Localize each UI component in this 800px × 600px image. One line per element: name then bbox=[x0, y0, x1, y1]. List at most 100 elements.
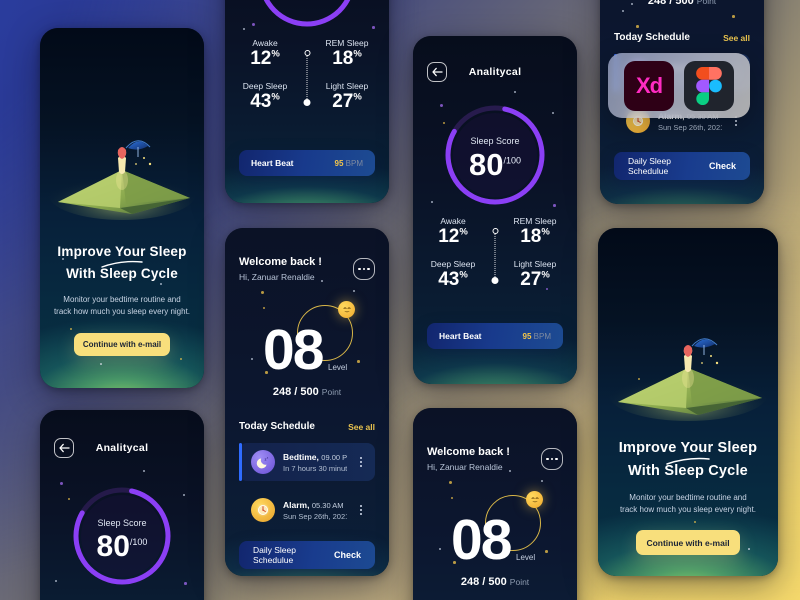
page-title: Analitycal bbox=[95, 442, 149, 454]
sleep-score-ring: Sleep Score 80/100 bbox=[440, 100, 550, 210]
level-caption: Level bbox=[516, 553, 536, 562]
star bbox=[180, 358, 182, 360]
analytical-screen-partial: Analitycal Sleep Score 80/100 Awake bbox=[40, 410, 204, 600]
welcome-greeting: Welcome back ! bbox=[427, 446, 510, 458]
star bbox=[143, 470, 145, 472]
stat-label: Light Sleep bbox=[325, 81, 369, 91]
analytical-screen: Analitycal Sleep Score 80/100 Awake 12% bbox=[413, 36, 577, 384]
cta-action[interactable]: Check bbox=[709, 161, 736, 171]
stat-label: Deep Sleep bbox=[242, 81, 288, 91]
stat-label: Awake bbox=[252, 38, 278, 48]
kebab-menu-icon[interactable] bbox=[355, 503, 367, 517]
onboarding-subtitle-line-2: track how much you sleep every night. bbox=[619, 505, 757, 514]
sleep-stats-grid: Awake 12% REM Sleep 18% Deep Sleep 43% L… bbox=[225, 38, 389, 128]
level-emoji-badge bbox=[526, 491, 543, 508]
adobe-xd-icon[interactable]: Xd bbox=[624, 60, 674, 111]
level-value: 08 bbox=[263, 318, 324, 382]
schedule-item-title: Bedtime, 09.00 PM bbox=[283, 451, 347, 462]
today-schedule-header: Today Schedule See all bbox=[225, 421, 389, 432]
kebab-menu-icon[interactable] bbox=[355, 455, 367, 469]
section-title: Today Schedule bbox=[239, 421, 315, 432]
points-current: 248 bbox=[460, 576, 480, 588]
points-total: 500 bbox=[675, 0, 694, 7]
onboarding-illustration bbox=[40, 118, 204, 228]
star bbox=[100, 363, 102, 365]
schedule-item-detail: In 7 hours 30 minutes bbox=[283, 463, 347, 473]
heart-beat-value: 95 BPM bbox=[334, 158, 363, 168]
onboarding-subtitle-line-1: Monitor your bedtime routine and bbox=[63, 295, 181, 304]
continue-with-email-button[interactable]: Continue with e-mail bbox=[74, 333, 170, 356]
phone-analytical-top-cropped: Awake 12% REM Sleep 18% Deep Sleep 43% L… bbox=[225, 0, 389, 203]
more-options-button[interactable] bbox=[541, 448, 563, 470]
heart-beat-bar[interactable]: Heart Beat 95 BPM bbox=[239, 150, 375, 176]
connector-line bbox=[494, 234, 496, 277]
star bbox=[243, 28, 245, 30]
welcome-username: Hi, Zanuar Renaldie bbox=[427, 462, 503, 472]
more-options-button[interactable] bbox=[353, 258, 375, 280]
heart-beat-label: Heart Beat bbox=[439, 331, 482, 341]
stat-awake: Awake 12% bbox=[229, 38, 301, 70]
stat-label: Deep Sleep bbox=[430, 259, 476, 269]
more-options-icon bbox=[550, 457, 554, 461]
heart-beat-bar[interactable]: Heart Beat 95 BPM bbox=[427, 323, 563, 349]
onboarding-screen: Improve Your Sleep With Sleep Cycle Moni… bbox=[598, 228, 778, 576]
onboarding-subtitle-line-2: track how much you sleep every night. bbox=[53, 307, 191, 316]
analytical-screen-cropped: Awake 12% REM Sleep 18% Deep Sleep 43% L… bbox=[225, 0, 389, 203]
points-separator: / bbox=[669, 0, 673, 7]
star bbox=[353, 290, 355, 292]
see-all-link[interactable]: See all bbox=[348, 422, 375, 432]
star bbox=[514, 91, 516, 93]
level-caption: Level bbox=[328, 363, 348, 372]
points-current: 248 bbox=[647, 0, 667, 7]
schedule-item-title: Alarm, 05.30 AM bbox=[283, 499, 344, 510]
star bbox=[183, 494, 185, 496]
daily-sleep-schedule-cta[interactable]: Daily Sleep Schedulue Check bbox=[614, 152, 750, 180]
cta-action[interactable]: Check bbox=[334, 550, 361, 560]
connector-line bbox=[306, 56, 308, 99]
star bbox=[261, 291, 264, 294]
sleep-score-number: 80 bbox=[96, 530, 130, 563]
sleep-score-denominator: /100 bbox=[129, 537, 148, 547]
schedule-item-alarm[interactable]: Alarm, 05.30 AM Sun Sep 26th, 2021 bbox=[239, 491, 375, 529]
schedule-item-text: Alarm, 05.30 AM Sun Sep 26th, 2021 bbox=[283, 500, 347, 521]
smiling-face-icon bbox=[343, 306, 351, 312]
star bbox=[70, 328, 72, 330]
star bbox=[60, 482, 63, 485]
stat-value: 18% bbox=[520, 226, 550, 247]
star bbox=[545, 550, 548, 553]
star bbox=[252, 23, 255, 26]
stat-value: 43% bbox=[438, 269, 468, 290]
stat-rem-sleep: REM Sleep 18% bbox=[309, 38, 385, 70]
mockup-stage: Improve Your Sleep With Sleep Cycle Moni… bbox=[0, 0, 800, 600]
more-options-icon bbox=[367, 267, 370, 271]
continue-with-email-button[interactable]: Continue with e-mail bbox=[636, 530, 740, 555]
star bbox=[541, 480, 543, 482]
stat-awake: Awake 12% bbox=[417, 216, 489, 248]
stat-value: 27% bbox=[520, 269, 550, 290]
see-all-link[interactable]: See all bbox=[723, 33, 750, 43]
daily-sleep-schedule-cta[interactable]: Daily Sleep Schedulue Check bbox=[239, 541, 375, 569]
sleep-score-ring bbox=[253, 0, 361, 32]
stat-value: 43% bbox=[250, 91, 280, 112]
figma-icon[interactable] bbox=[684, 60, 734, 111]
phone-analytical-secondary: Analitycal Sleep Score 80/100 Awake bbox=[40, 410, 204, 600]
phone-dashboard-secondary: Welcome back ! Hi, Zanuar Renaldie 08 Le… bbox=[413, 408, 577, 600]
onboarding-title-line-2: With Sleep Cycle bbox=[628, 463, 748, 479]
sleep-score-value: 80/100 bbox=[440, 147, 550, 183]
cta-label: Daily Sleep Schedulue bbox=[253, 545, 296, 565]
stat-value: 27% bbox=[332, 91, 362, 112]
level-emoji-badge bbox=[338, 301, 355, 318]
sleep-score-label: Sleep Score bbox=[97, 518, 147, 528]
star bbox=[321, 280, 323, 282]
section-title: Today Schedule bbox=[614, 32, 690, 43]
stat-label: Light Sleep bbox=[513, 259, 557, 269]
onboarding-title-line-1: Improve Your Sleep bbox=[57, 244, 187, 259]
alarm-clock-icon bbox=[251, 498, 275, 522]
stat-label: REM Sleep bbox=[325, 38, 369, 48]
schedule-item-bedtime[interactable]: z z Bedtime, 09.00 PM In 7 hours 30 minu… bbox=[239, 443, 375, 481]
dashboard-screen-partial: Welcome back ! Hi, Zanuar Renaldie 08 Le… bbox=[413, 408, 577, 600]
welcome-username: Hi, Zanuar Renaldie bbox=[239, 272, 315, 282]
points-total: 500 bbox=[300, 386, 319, 398]
phone-onboarding-secondary: Improve Your Sleep With Sleep Cycle Moni… bbox=[598, 228, 778, 576]
heart-beat-value: 95 BPM bbox=[522, 331, 551, 341]
